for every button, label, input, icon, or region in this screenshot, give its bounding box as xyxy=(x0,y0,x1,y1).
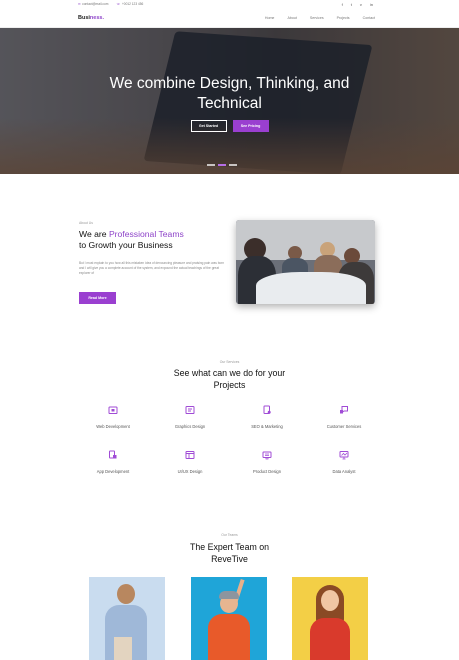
team-member-card[interactable] xyxy=(191,577,267,660)
service-item-product-design[interactable]: Product Design xyxy=(227,450,307,474)
service-item-ui-ux-design[interactable]: UI/UX Design xyxy=(150,450,230,474)
nav-item-home[interactable]: Home xyxy=(265,16,275,20)
services-title-line2: Projects xyxy=(213,380,246,390)
hero-buttons: Get Started See Pricing xyxy=(0,120,459,132)
twitter-icon[interactable]: t xyxy=(351,2,352,7)
team-title-line1: The Expert Team on xyxy=(189,542,270,552)
service-label: Web Development xyxy=(96,424,130,429)
graphics-icon xyxy=(185,406,195,414)
phone-icon: ☏ xyxy=(116,2,121,6)
about-title: We are Professional Teams to Growth your… xyxy=(79,229,184,251)
team-member-bag xyxy=(114,637,132,660)
team-label: Our Teams xyxy=(221,533,238,537)
service-label: App Development xyxy=(96,469,130,474)
slider-dot-active[interactable] xyxy=(218,164,226,166)
site-logo[interactable]: Business. xyxy=(78,15,104,21)
about-title-prefix: We are xyxy=(79,229,109,239)
team-title: The Expert Team on ReveTive xyxy=(0,541,459,565)
team-member-card[interactable] xyxy=(89,577,165,660)
service-item-seo-marketing[interactable]: SEO & Marketing xyxy=(227,405,307,429)
service-label: SEO & Marketing xyxy=(251,424,283,429)
phone-link[interactable]: ☏ +0012 123 456 xyxy=(116,2,143,6)
nav-item-about[interactable]: About xyxy=(287,16,296,20)
analytics-icon xyxy=(339,451,349,460)
about-title-line2: to Growth your Business xyxy=(79,240,173,250)
service-label: Data Analyst xyxy=(332,469,356,474)
product-icon xyxy=(262,451,272,460)
linkedin-icon[interactable]: in xyxy=(370,2,373,7)
hero-title-line1: We combine Design, Thinking, and xyxy=(109,75,350,92)
services-title-line1: See what can we do for your xyxy=(173,368,286,378)
vimeo-icon[interactable]: v xyxy=(360,2,362,7)
service-label: Graphics Design xyxy=(174,424,206,429)
nav-item-contact[interactable]: Contact xyxy=(363,16,375,20)
nav-item-projects[interactable]: Projects xyxy=(337,16,350,20)
service-label: UI/UX Design xyxy=(177,469,203,474)
app-icon xyxy=(109,450,117,459)
hero-slider-dots xyxy=(207,164,237,166)
top-contact: ✉ contact@mail.com ☏ +0012 123 456 xyxy=(78,2,143,6)
slider-dot[interactable] xyxy=(229,164,237,166)
support-icon xyxy=(340,406,348,414)
service-label: Customer Services xyxy=(326,424,362,429)
about-title-highlight: Professional Teams xyxy=(108,229,184,239)
team-member-photo xyxy=(321,590,339,611)
web-icon xyxy=(108,406,118,414)
team-title-line2: ReveTive xyxy=(211,554,248,564)
email-text: contact@mail.com xyxy=(82,2,109,6)
see-pricing-button[interactable]: See Pricing xyxy=(232,120,269,132)
seo-icon xyxy=(263,405,271,414)
logo-main: Busi xyxy=(78,15,90,21)
phone-text: +0012 123 456 xyxy=(121,2,144,6)
service-item-web-development[interactable]: Web Development xyxy=(73,405,153,429)
nav-menu: Home About Services Projects Contact xyxy=(265,16,375,20)
slider-dot[interactable] xyxy=(207,164,215,166)
services-title: See what can we do for your Projects xyxy=(0,367,459,391)
hero-title-line2: Technical xyxy=(197,95,262,112)
email-link[interactable]: ✉ contact@mail.com xyxy=(78,2,108,6)
about-description: But I must explain to you how all this m… xyxy=(79,261,225,275)
get-started-button[interactable]: Get Started xyxy=(190,120,227,132)
service-item-app-development[interactable]: App Development xyxy=(73,450,153,474)
team-member-photo xyxy=(310,618,350,660)
team-member-photo xyxy=(117,584,135,604)
read-more-button[interactable]: Read More xyxy=(79,292,116,304)
top-bar: ✉ contact@mail.com ☏ +0012 123 456 f t v i… xyxy=(0,0,459,9)
logo-accent: ness. xyxy=(89,15,104,21)
service-item-graphics-design[interactable]: Graphics Design xyxy=(150,405,230,429)
about-label: About Us xyxy=(79,221,93,225)
service-item-data-analyst[interactable]: Data Analyst xyxy=(304,450,384,474)
main-nav: Business. Home About Services Projects C… xyxy=(0,10,459,28)
service-label: Product Design xyxy=(253,469,281,474)
hero-title: We combine Design, Thinking, and Technic… xyxy=(0,74,459,114)
facebook-icon[interactable]: f xyxy=(342,2,343,7)
service-item-customer-services[interactable]: Customer Services xyxy=(304,405,384,429)
nav-item-services[interactable]: Services xyxy=(310,16,324,20)
hero-banner: We combine Design, Thinking, and Technic… xyxy=(0,28,459,174)
social-links: f t v in xyxy=(342,2,373,7)
mail-icon: ✉ xyxy=(78,2,81,6)
services-label: Our Services xyxy=(219,360,240,364)
image-table xyxy=(256,272,366,304)
uiux-icon xyxy=(185,451,195,459)
team-member-card[interactable] xyxy=(292,577,368,660)
team-member-hat xyxy=(219,591,239,599)
team-member-photo xyxy=(208,614,250,660)
about-team-image xyxy=(236,220,375,304)
